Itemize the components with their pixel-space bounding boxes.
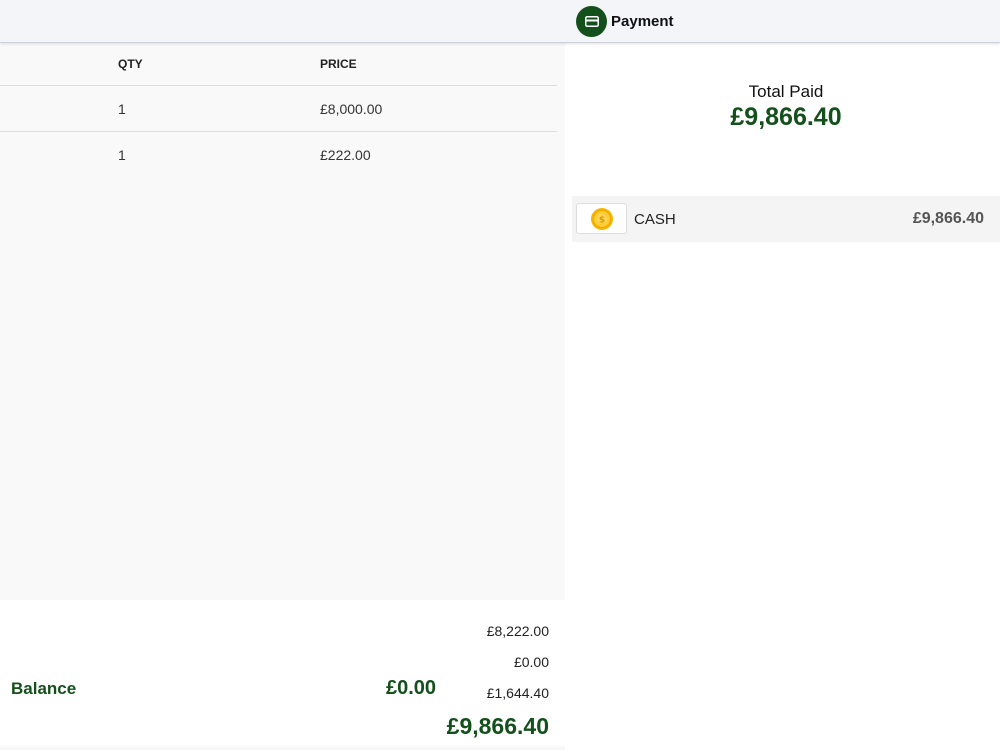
coin-icon: $: [576, 203, 627, 234]
table-row[interactable]: 1 £222.00: [0, 132, 557, 178]
total-paid-label: Total Paid: [748, 82, 824, 101]
table-header: QTY PRICE: [0, 43, 557, 86]
order-summary: £8,222.00 £0.00 £1,644.40 £9,866.40: [0, 600, 565, 750]
card-icon: [576, 5, 607, 37]
item-price: £222.00: [320, 147, 371, 163]
payment-title: Payment: [611, 12, 674, 30]
payment-method-amount: £9,866.40: [912, 210, 984, 227]
top-bar: Payment: [0, 0, 1000, 43]
subtotal-value: £8,222.00: [486, 623, 549, 639]
order-items-panel: QTY PRICE 1 £8,000.00 1 £222.00: [0, 43, 565, 600]
payment-panel: Total Paid £9,866.40 $ CASH £9,866.40: [565, 43, 1000, 750]
discount-value: £0.00: [513, 654, 549, 670]
grand-total-value: £9,866.40: [446, 713, 549, 739]
tax-value: £1,644.40: [486, 685, 549, 701]
item-qty: 1: [118, 147, 126, 163]
balance-amount: £0.00: [386, 677, 437, 699]
total-paid-amount: £9,866.40: [730, 103, 842, 131]
bottom-shadow: [0, 744, 565, 750]
item-qty: 1: [118, 101, 126, 117]
payment-method-label: CASH: [634, 211, 676, 228]
svg-text:$: $: [598, 215, 604, 225]
payment-header: Payment: [576, 5, 674, 37]
payment-method-row-cash[interactable]: $ CASH £9,866.40: [572, 196, 1000, 242]
column-header-price: PRICE: [320, 57, 357, 71]
balance-label: Balance: [11, 679, 77, 698]
table-row[interactable]: 1 £8,000.00: [0, 86, 557, 132]
column-header-qty: QTY: [118, 57, 143, 71]
item-price: £8,000.00: [320, 101, 383, 117]
